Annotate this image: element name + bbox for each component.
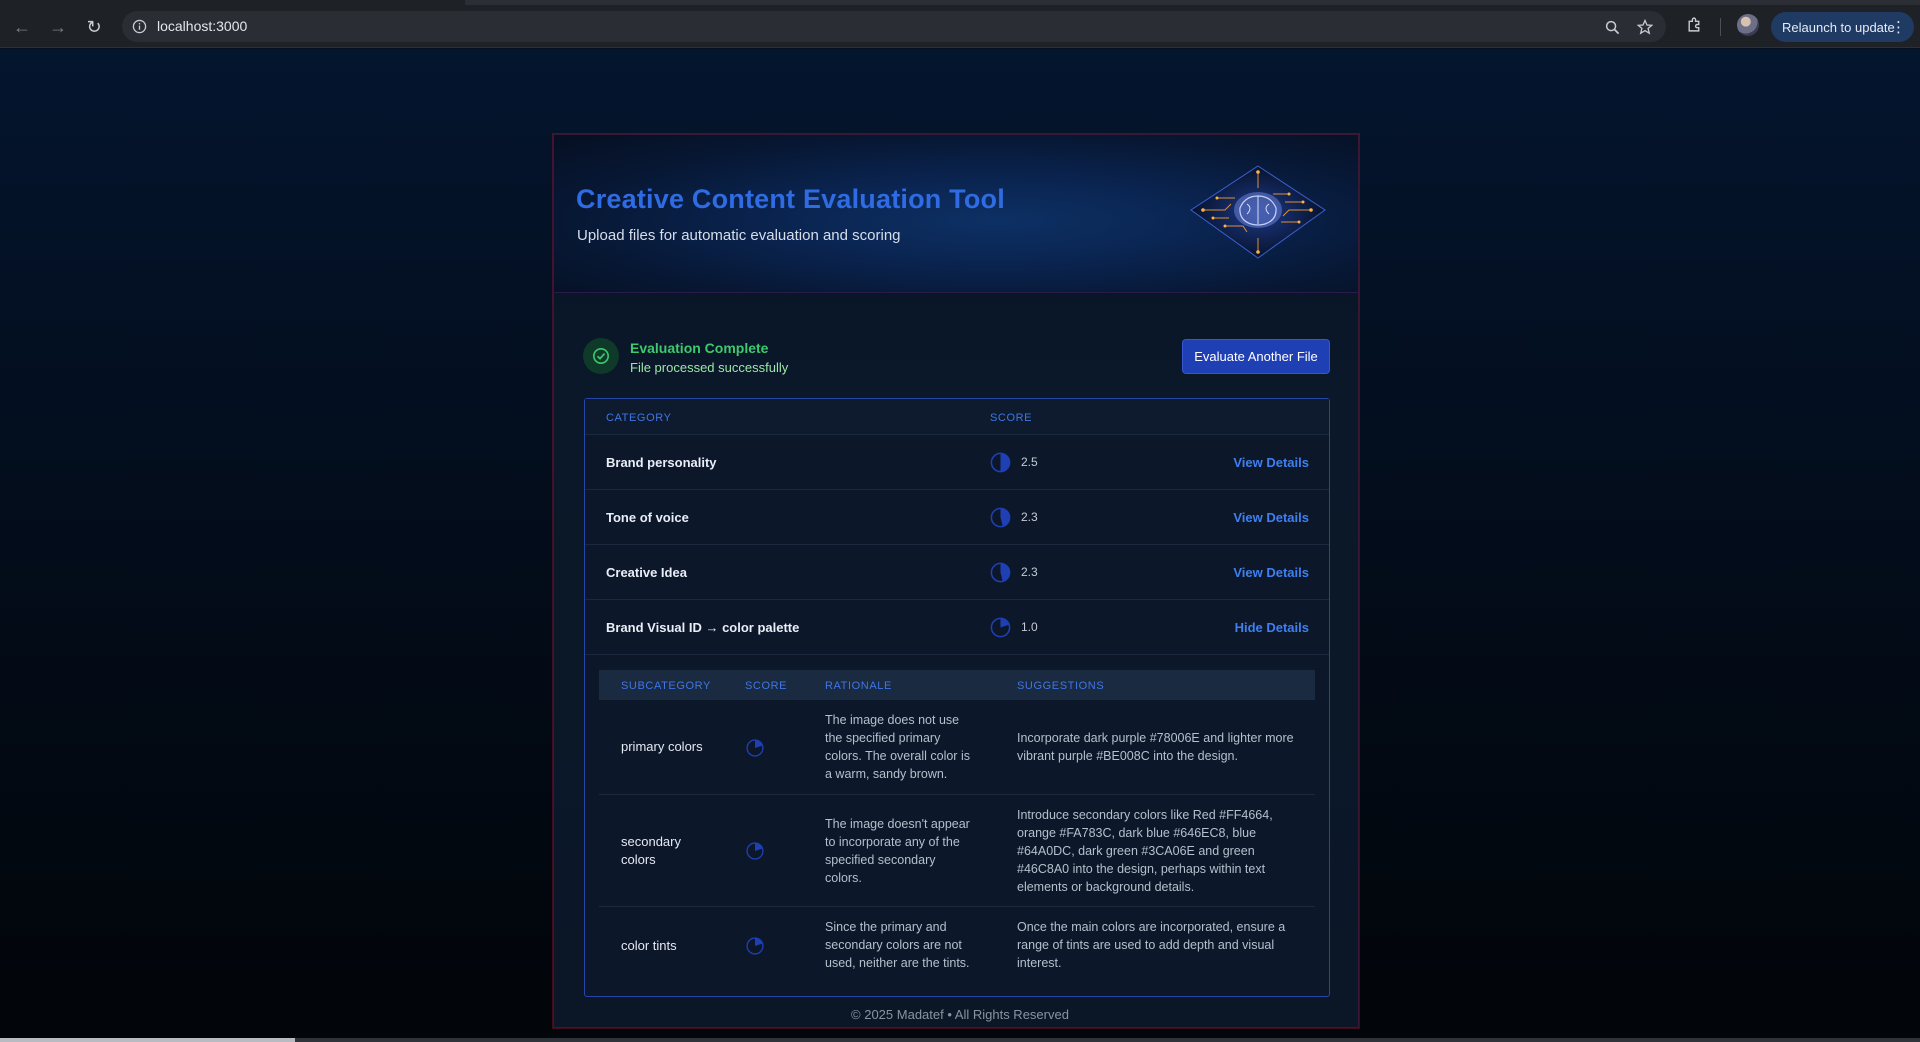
details-row: primary colors The image does not use th… — [599, 700, 1315, 795]
header-subcategory: SUBCATEGORY — [621, 680, 711, 692]
hero-header: Creative Content Evaluation Tool Upload … — [554, 135, 1358, 293]
relaunch-label: Relaunch to update — [1782, 19, 1895, 35]
relaunch-button[interactable]: Relaunch to update ⋮ — [1771, 12, 1914, 42]
score-pie-icon — [746, 842, 764, 860]
header-sub-score: SCORE — [745, 680, 788, 692]
details-table: SUBCATEGORY SCORE RATIONALE SUGGESTIONS … — [599, 670, 1315, 988]
suggestions-text: Introduce secondary colors like Red #FF4… — [1017, 808, 1273, 894]
row-score: 2.3 — [1021, 510, 1038, 524]
score-pie-icon — [746, 937, 764, 955]
forward-icon[interactable]: → — [44, 13, 72, 41]
results-table: CATEGORY SCORE Brand personality 2.5 Vie… — [584, 398, 1330, 997]
header-score: SCORE — [990, 412, 1033, 424]
menu-dots-icon[interactable]: ⋮ — [1891, 18, 1906, 36]
details-header: SUBCATEGORY SCORE RATIONALE SUGGESTIONS — [599, 670, 1315, 700]
row-category: Brand personality — [606, 455, 717, 470]
header-suggestions: SUGGESTIONS — [1017, 680, 1105, 692]
row-score: 2.5 — [1021, 455, 1038, 469]
success-check-icon — [583, 338, 619, 374]
address-bar[interactable]: localhost:3000 — [122, 11, 1666, 42]
score-pie-icon — [746, 739, 764, 757]
table-row: Tone of voice 2.3 View Details — [585, 490, 1329, 545]
view-details-link[interactable]: View Details — [1233, 455, 1309, 470]
rationale-text: Since the primary and secondary colors a… — [825, 920, 970, 970]
row-score: 1.0 — [1021, 620, 1038, 634]
suggestions-text: Incorporate dark purple #78006E and ligh… — [1017, 731, 1294, 763]
subcategory-name: primary colors — [621, 739, 703, 754]
ai-brain-illustration — [1190, 165, 1326, 259]
table-header: CATEGORY SCORE — [585, 399, 1329, 435]
table-row: Brand personality 2.5 View Details — [585, 435, 1329, 490]
subcategory-name: secondary colors — [621, 834, 681, 867]
page-title: Creative Content Evaluation Tool — [576, 184, 1005, 214]
table-row: Creative Idea 2.3 View Details — [585, 545, 1329, 600]
bottom-scrollbar — [0, 1038, 1920, 1042]
reload-icon[interactable]: ↻ — [80, 13, 108, 41]
row-category: Tone of voice — [606, 510, 689, 525]
toolbar-divider — [1720, 18, 1721, 36]
scrollbar-thumb[interactable] — [0, 1038, 295, 1042]
browser-toolbar: ← → ↻ localhost:3000 Relaunch to update … — [0, 5, 1920, 48]
zoom-icon[interactable] — [1602, 17, 1622, 37]
row-score: 2.3 — [1021, 565, 1038, 579]
header-category: CATEGORY — [606, 412, 672, 424]
footer-copyright: © 2025 Madatef • All Rights Reserved — [851, 1007, 1069, 1022]
page-subtitle: Upload files for automatic evaluation an… — [577, 227, 901, 244]
view-details-link[interactable]: View Details — [1233, 510, 1309, 525]
status-title: Evaluation Complete — [630, 340, 769, 356]
details-row: color tints Since the primary and second… — [599, 907, 1315, 988]
score-pie-icon — [990, 507, 1011, 528]
score-pie-icon — [990, 452, 1011, 473]
row-category: Brand Visual ID → color palette — [606, 620, 800, 635]
main-card: Creative Content Evaluation Tool Upload … — [553, 134, 1359, 1028]
view-details-link[interactable]: View Details — [1233, 565, 1309, 580]
row-category: Creative Idea — [606, 565, 687, 580]
subcategory-name: color tints — [621, 938, 677, 953]
status-subtitle: File processed successfully — [630, 360, 789, 375]
url-text: localhost:3000 — [157, 18, 248, 34]
details-row: secondary colors The image doesn't appea… — [599, 795, 1315, 907]
evaluate-another-file-button[interactable]: Evaluate Another File — [1182, 339, 1330, 374]
header-rationale: RATIONALE — [825, 680, 892, 692]
page-background: Creative Content Evaluation Tool Upload … — [0, 49, 1920, 1038]
rationale-text: The image does not use the specified pri… — [825, 713, 970, 781]
site-info-icon[interactable] — [130, 17, 149, 36]
score-pie-icon — [990, 617, 1011, 638]
extensions-icon[interactable] — [1683, 13, 1705, 35]
bookmark-star-icon[interactable] — [1635, 17, 1655, 37]
rationale-text: The image doesn't appear to incorporate … — [825, 817, 970, 885]
profile-avatar[interactable] — [1737, 14, 1759, 36]
back-icon[interactable]: ← — [8, 13, 36, 41]
score-pie-icon — [990, 562, 1011, 583]
hide-details-link[interactable]: Hide Details — [1235, 620, 1309, 635]
table-row: Brand Visual ID → color palette 1.0 Hide… — [585, 600, 1329, 655]
suggestions-text: Once the main colors are incorporated, e… — [1017, 920, 1286, 970]
